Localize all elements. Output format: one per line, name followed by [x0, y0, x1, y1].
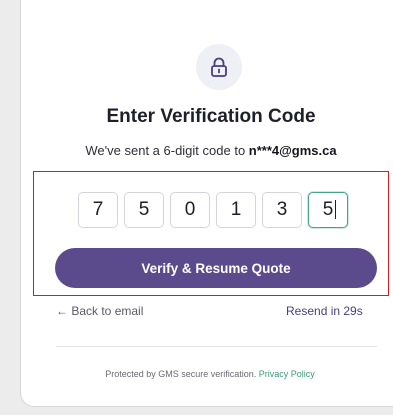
code-digit-3[interactable]: 0 [170, 192, 210, 228]
code-digit-2[interactable]: 5 [124, 192, 164, 228]
page-title: Enter Verification Code [106, 106, 316, 127]
code-digit-6[interactable]: 5 [308, 192, 348, 228]
security-footer: Protected by GMS secure verification. Pr… [0, 369, 393, 379]
code-sent-message: We've sent a 6-digit code to n***4@gms.c… [21, 143, 393, 158]
code-sent-text: We've sent a 6-digit code to [85, 143, 249, 158]
code-digit-5[interactable]: 3 [262, 192, 302, 228]
divider [56, 346, 377, 347]
privacy-policy-link[interactable]: Privacy Policy [259, 369, 315, 379]
code-input-row: 7 5 0 1 3 5 [78, 192, 348, 228]
back-to-email-link[interactable]: ← Back to email [56, 304, 143, 318]
lock-badge [196, 44, 242, 90]
resend-timer: Resend in 29s [286, 304, 363, 318]
security-note: Protected by GMS secure verification. [105, 369, 259, 379]
code-digit-4[interactable]: 1 [216, 192, 256, 228]
code-digit-1[interactable]: 7 [78, 192, 118, 228]
lock-icon [211, 57, 227, 77]
verify-resume-button[interactable]: Verify & Resume Quote [55, 248, 377, 288]
masked-email: n***4@gms.ca [248, 143, 337, 158]
